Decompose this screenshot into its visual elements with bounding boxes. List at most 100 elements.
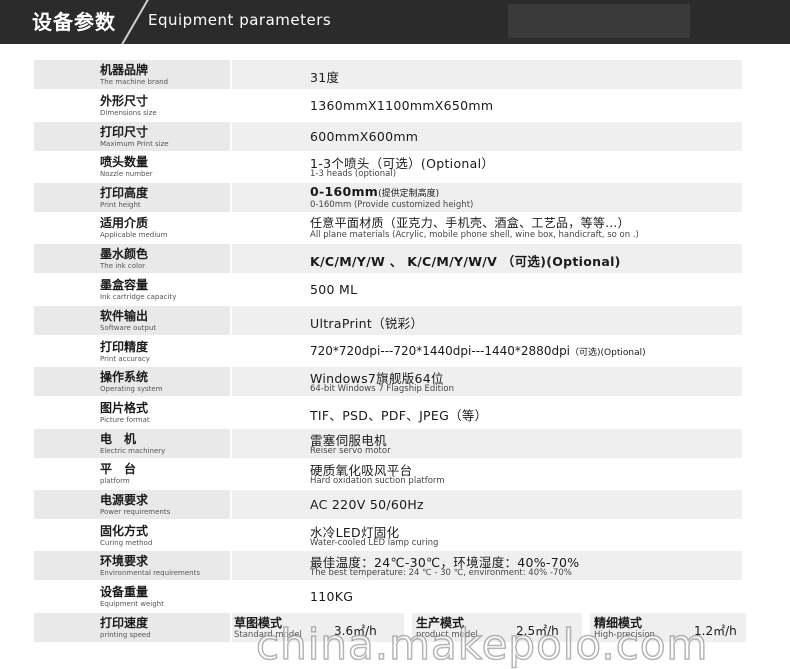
param-value-en: 0-160mm (Provide customized height) (310, 200, 474, 210)
param-row-medium: 适用介质 Applicable medium 任意平面材质（亚克力、手机壳、酒盒… (34, 213, 742, 242)
param-row-curing: 固化方式 Curing method 水冷LED灯固化 Water-cooled… (34, 521, 742, 550)
param-value-en: 64-bit Windows 7 Flagship Edition (310, 384, 454, 394)
param-label-zh: 操作系统 (100, 370, 149, 384)
param-value-text: 任意平面材质（亚克力、手机壳、酒盒、工艺品，等等...） (310, 216, 630, 230)
param-label-en: Applicable medium (100, 231, 168, 239)
param-value-text: 720*720dpi---720*1440dpi---1440*2880dpi（… (310, 344, 646, 358)
param-label-en: platform (100, 477, 130, 485)
param-value: AC 220V 50/60Hz (232, 490, 742, 519)
param-value-text: 500 ML (310, 282, 358, 297)
param-value-note: （可选)(Optional) (570, 348, 646, 358)
param-value-main: 0-160mm (310, 184, 379, 199)
param-label-en: Electric machinery (100, 447, 166, 455)
param-label: 图片格式 Picture format (34, 398, 230, 427)
param-value-en: Hard oxidation suction platform (310, 476, 445, 486)
header-title-en: Equipment parameters (148, 11, 332, 29)
param-value: UltraPrint（锐彩） (232, 306, 742, 335)
param-label-en: The machine brand (100, 78, 169, 86)
param-label: 操作系统 Operating system (34, 367, 230, 396)
param-value: 500 ML (232, 275, 742, 304)
param-row-software: 软件输出 Software output UltraPrint（锐彩） (34, 306, 742, 335)
param-value-text: 0-160mm(提供定制高度) (310, 184, 439, 199)
param-label-en: Print height (100, 201, 141, 209)
param-label-en: Ink cartridge capacity (100, 293, 177, 301)
param-row-motor: 电 机 Electric machinery 雷塞伺服电机 Reiser ser… (34, 429, 742, 458)
param-label-zh: 墨盒容量 (100, 278, 149, 292)
param-row-dimensions: 外形尺寸 Dimensions size 1360mmX1100mmX650mm (34, 91, 742, 120)
param-label: 环境要求 Environmental requirements (34, 551, 230, 580)
param-row-platform: 平 台 platform 硬质氧化吸风平台 Hard oxidation suc… (34, 459, 742, 488)
param-label-zh: 设备重量 (100, 585, 149, 599)
param-label-zh: 打印速度 (100, 616, 149, 630)
param-row-ink-capacity: 墨盒容量 Ink cartridge capacity 500 ML (34, 275, 742, 304)
param-label-en: Picture format (100, 416, 150, 424)
param-label-en: printing speed (100, 631, 151, 639)
param-label-zh: 图片格式 (100, 401, 149, 415)
param-label: 适用介质 Applicable medium (34, 213, 230, 242)
param-label-en: Software output (100, 324, 157, 332)
param-label-zh: 环境要求 (100, 554, 149, 568)
param-value: 31度 (232, 60, 742, 89)
param-value-en: 1-3 heads (optional) (310, 169, 397, 179)
param-value-en: All plane materials (Acrylic, mobile pho… (310, 230, 639, 240)
param-label: 固化方式 Curing method (34, 521, 230, 550)
param-value-text: K/C/M/Y/W 、 K/C/M/Y/W/V （可选)(Optional) (310, 254, 621, 269)
param-row-accuracy: 打印精度 Print accuracy 720*720dpi---720*144… (34, 337, 742, 366)
param-label: 打印尺寸 Maximum Print size (34, 122, 230, 151)
param-value-en: Reiser servo motor (310, 446, 391, 456)
param-label-zh: 平 台 (100, 462, 137, 476)
param-label: 设备重量 Equipment weight (34, 582, 230, 611)
param-label-zh: 喷头数量 (100, 155, 149, 169)
param-label-en: Nozzle number (100, 170, 153, 178)
param-value: 雷塞伺服电机 Reiser servo motor (232, 429, 742, 458)
param-label: 电源要求 Power requirements (34, 490, 230, 519)
param-label-zh: 电 机 (100, 432, 137, 446)
param-label-zh: 打印高度 (100, 186, 149, 200)
param-row-nozzle: 喷头数量 Nozzle number 1-3个喷头（可选）(Optional） … (34, 152, 742, 181)
param-value: 最佳温度：24℃-30℃，环境湿度：40%-70% The best tempe… (232, 551, 742, 580)
param-label-en: Power requirements (100, 508, 171, 516)
param-label-en: Equipment weight (100, 600, 164, 608)
param-label-en: Print accuracy (100, 355, 150, 363)
param-value: K/C/M/Y/W 、 K/C/M/Y/W/V （可选)(Optional) (232, 244, 742, 273)
param-value: 水冷LED灯固化 Water-cooled LED lamp curing (232, 521, 742, 550)
param-value: 任意平面材质（亚克力、手机壳、酒盒、工艺品，等等...） All plane m… (232, 213, 742, 242)
param-label-zh: 适用介质 (100, 216, 149, 230)
param-row-ink-color: 墨水颜色 The ink color K/C/M/Y/W 、 K/C/M/Y/W… (34, 244, 742, 273)
param-label-en: Curing method (100, 539, 153, 547)
param-value: 600mmX600mm (232, 122, 742, 151)
param-value-en: Water-cooled LED lamp curing (310, 538, 439, 548)
param-label-en: Environmental requirements (100, 569, 200, 577)
param-value: TIF、PSD、PDF、JPEG（等） (232, 398, 742, 427)
param-row-brand: 机器品牌 The machine brand 31度 (34, 60, 742, 89)
header-decoration (508, 4, 690, 38)
param-label-en: Maximum Print size (100, 140, 169, 148)
param-value: 720*720dpi---720*1440dpi---1440*2880dpi（… (232, 337, 742, 366)
param-label-en: Dimensions size (100, 109, 157, 117)
param-label: 墨水颜色 The ink color (34, 244, 230, 273)
param-row-print-size: 打印尺寸 Maximum Print size 600mmX600mm (34, 122, 742, 151)
param-label: 机器品牌 The machine brand (34, 60, 230, 89)
param-label-zh: 墨水颜色 (100, 247, 149, 261)
param-label-zh: 机器品牌 (100, 63, 149, 77)
param-value-text: 110KG (310, 589, 354, 604)
param-label: 喷头数量 Nozzle number (34, 152, 230, 181)
param-label-zh: 打印精度 (100, 340, 149, 354)
param-value: 1-3个喷头（可选）(Optional） 1-3 heads (optional… (232, 152, 742, 181)
param-label-en: Operating system (100, 385, 163, 393)
param-label: 平 台 platform (34, 459, 230, 488)
param-value-text: 31度 (310, 70, 340, 85)
param-value-text: 600mmX600mm (310, 129, 419, 144)
param-label: 电 机 Electric machinery (34, 429, 230, 458)
param-value: Windows7旗舰版64位 64-bit Windows 7 Flagship… (232, 367, 742, 396)
param-label-zh: 固化方式 (100, 524, 149, 538)
param-value-note: (提供定制高度) (378, 189, 440, 199)
param-label-zh: 打印尺寸 (100, 125, 149, 139)
param-label: 打印速度 printing speed (34, 613, 230, 642)
param-label: 软件输出 Software output (34, 306, 230, 335)
param-value-text: 1360mmX1100mmX650mm (310, 98, 494, 113)
param-value-text: AC 220V 50/60Hz (310, 497, 424, 512)
param-value: 0-160mm(提供定制高度) 0-160mm (Provide customi… (232, 183, 742, 212)
param-value: 110KG (232, 582, 742, 611)
header-divider (120, 0, 150, 44)
